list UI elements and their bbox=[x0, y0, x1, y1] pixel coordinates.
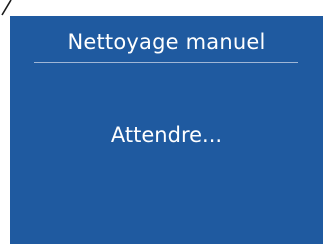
screen-title: Nettoyage manuel bbox=[67, 30, 266, 54]
display-screen: Nettoyage manuel Attendre... bbox=[0, 0, 323, 244]
wait-message: Attendre... bbox=[110, 123, 223, 147]
status-panel: Nettoyage manuel Attendre... bbox=[10, 16, 323, 244]
title-divider bbox=[34, 62, 298, 63]
corner-mark bbox=[1, 0, 12, 16]
